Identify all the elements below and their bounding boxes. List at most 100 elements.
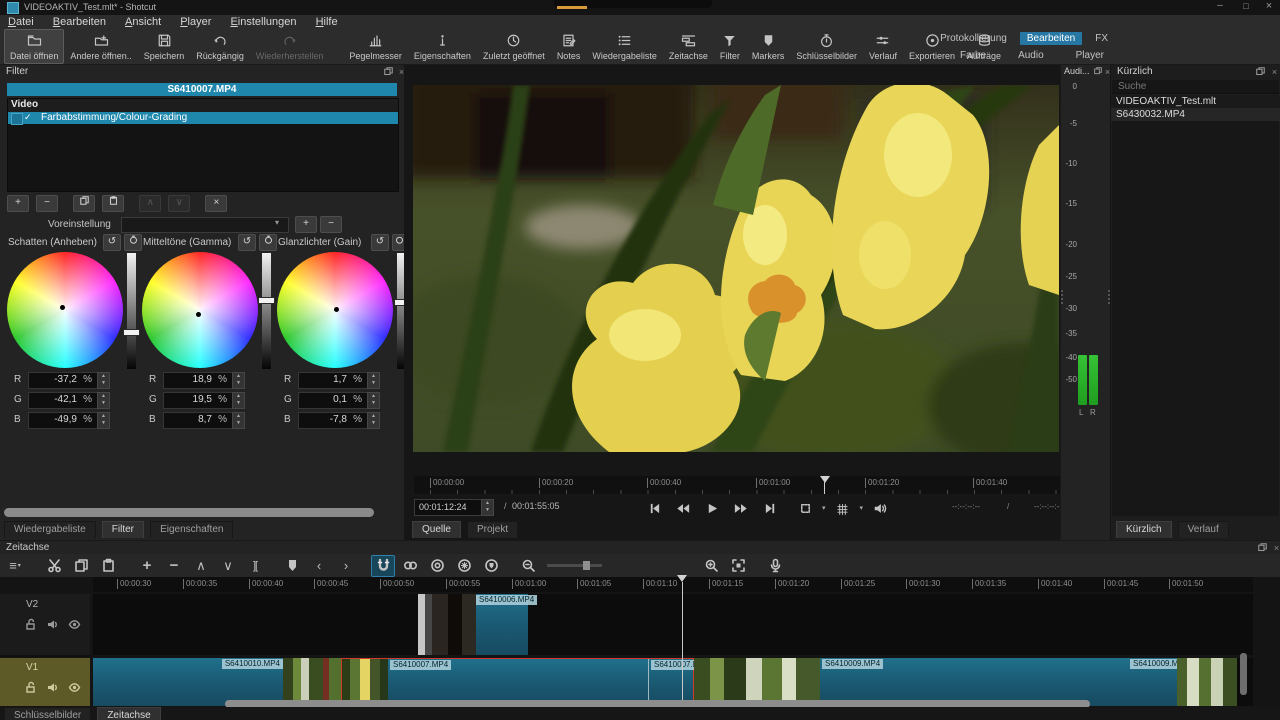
copy-filter-button[interactable]	[73, 195, 95, 212]
layout-logging[interactable]: Protokollierung	[933, 32, 1014, 45]
save-button[interactable]: Speichern	[138, 29, 191, 64]
rewind-button[interactable]	[671, 497, 695, 519]
zoom-mode-arrow-icon[interactable]: ▾	[822, 504, 826, 512]
close-panel-icon[interactable]: ×	[1271, 543, 1280, 553]
undo-button[interactable]: Rückgängig	[190, 29, 250, 64]
preset-combobox[interactable]	[121, 217, 289, 233]
overwrite-button[interactable]: ∨	[216, 555, 240, 577]
grid-arrow-icon[interactable]: ▾	[860, 504, 864, 512]
current-time-field[interactable]: 00:01:12:24 ▲▼	[414, 499, 494, 516]
paste-button[interactable]	[96, 555, 120, 577]
current-time-spinner[interactable]: ▲▼	[481, 499, 494, 516]
menu-player[interactable]: Player	[172, 15, 219, 29]
skip-to-start-button[interactable]	[642, 497, 666, 519]
clip-s6410006[interactable]: S6410006.MP4	[418, 594, 528, 655]
tab-eigenschaften[interactable]: Eigenschaften	[150, 521, 233, 538]
append-button[interactable]: +	[135, 555, 159, 577]
tab-wiedergabeliste[interactable]: Wiedergabeliste	[4, 521, 96, 538]
play-button[interactable]	[700, 497, 724, 519]
wheel-shadows-reset-button[interactable]: ↺	[103, 234, 121, 251]
clip-s6410007-selected[interactable]: S6410007.MP4 S6410007.MP4	[341, 658, 694, 706]
clip-s6410010[interactable]: S6410010.MP4	[93, 658, 283, 706]
ripple-delete-button[interactable]: −	[162, 555, 186, 577]
add-filter-button[interactable]: +	[7, 195, 29, 212]
save-preset-button[interactable]: +	[295, 216, 317, 233]
player-playhead[interactable]	[820, 476, 830, 483]
timeline-button[interactable]: Zeitachse	[663, 29, 714, 64]
mute-icon[interactable]	[46, 681, 59, 697]
lock-icon[interactable]	[24, 618, 37, 634]
split-button[interactable]: ][	[243, 555, 267, 577]
track-lane-v2[interactable]: S6410006.MP4	[93, 594, 1253, 655]
menu-bearbeiten[interactable]: Bearbeiten	[45, 15, 114, 29]
next-marker-button[interactable]: ›	[334, 555, 358, 577]
shadows-slider-handle[interactable]	[123, 329, 140, 336]
highlights-g-spinner[interactable]: ▲▼	[367, 392, 380, 409]
track-header-v2[interactable]: V2	[0, 594, 90, 657]
midtones-b-field[interactable]: 8,7%	[163, 412, 233, 429]
skip-to-end-button[interactable]	[758, 497, 782, 519]
peak-meter-button[interactable]: Pegelmesser	[343, 29, 408, 64]
timeline-menu-button[interactable]: ≡▾	[3, 555, 27, 577]
shadows-r-spinner[interactable]: ▲▼	[97, 372, 110, 389]
midtones-g-field[interactable]: 19,5%	[163, 392, 233, 409]
recent-button[interactable]: Zuletzt geöffnet	[477, 29, 551, 64]
shadows-g-spinner[interactable]: ▲▼	[97, 392, 110, 409]
scrub-while-dragging-button[interactable]	[398, 555, 422, 577]
paste-filter-button[interactable]	[102, 195, 124, 212]
zoom-mode-button[interactable]	[793, 497, 817, 519]
redo-button[interactable]: Wiederherstellen	[250, 29, 330, 64]
grid-button[interactable]	[831, 497, 855, 519]
float-panel-icon[interactable]	[1255, 67, 1266, 77]
move-filter-down-button[interactable]: ∨	[168, 195, 190, 212]
clip-s6410009[interactable]: S6410009.MP4 S6410009.MP4	[820, 658, 1177, 706]
close-button[interactable]: ×	[1261, 0, 1277, 12]
tab-projekt[interactable]: Projekt	[467, 521, 518, 538]
player-ruler[interactable]: 00:00:00 00:00:20 00:00:40 00:01:00 00:0…	[414, 476, 1120, 494]
zoom-timeline-out-button[interactable]	[516, 555, 540, 577]
tab-schluesselbilder[interactable]: Schlüsselbilder	[4, 707, 91, 720]
minimize-button[interactable]: –	[1210, 0, 1230, 11]
recent-item[interactable]: S6430032.MP4	[1111, 108, 1280, 122]
layout-audio[interactable]: Audio	[1011, 49, 1051, 62]
fast-forward-button[interactable]	[729, 497, 753, 519]
track-lane-v1[interactable]: S6410010.MP4 S6410007.MP4 S6410007.MP4 S…	[93, 658, 1253, 706]
volume-button[interactable]	[868, 497, 892, 519]
playlist-button[interactable]: Wiedergabeliste	[586, 29, 663, 64]
midtones-color-wheel[interactable]	[142, 252, 258, 368]
remove-filter-button[interactable]: −	[36, 195, 58, 212]
timeline-ruler[interactable]: 00:00:30 00:00:35 00:00:40 00:00:45 00:0…	[93, 577, 1253, 592]
wheel-highlights-reset-button[interactable]: ↺	[371, 234, 389, 251]
shadows-b-spinner[interactable]: ▲▼	[97, 412, 110, 429]
open-other-button[interactable]: Andere öffnen..	[64, 29, 137, 64]
layout-fx[interactable]: FX	[1088, 32, 1115, 45]
midtones-g-spinner[interactable]: ▲▼	[232, 392, 245, 409]
snap-button[interactable]	[371, 555, 395, 577]
zoom-timeline-in-button[interactable]	[699, 555, 723, 577]
marker-button[interactable]	[280, 555, 304, 577]
open-file-button[interactable]: Datei öffnen	[4, 29, 64, 64]
track-header-v1[interactable]: V1	[0, 658, 90, 706]
menu-einstellungen[interactable]: Einstellungen	[222, 15, 304, 29]
filter-checkbox[interactable]	[11, 113, 23, 125]
markers-button[interactable]: Markers	[746, 29, 791, 64]
maximize-button[interactable]: □	[1236, 1, 1256, 11]
menu-datei[interactable]: Datei	[0, 15, 42, 29]
midtones-r-field[interactable]: 18,9%	[163, 372, 233, 389]
layout-player[interactable]: Player	[1069, 49, 1111, 62]
lock-icon[interactable]	[24, 681, 37, 697]
wheel-midtones-reset-button[interactable]: ↺	[238, 234, 256, 251]
highlights-g-field[interactable]: 0,1%	[298, 392, 368, 409]
layout-color[interactable]: Farbe	[953, 49, 993, 62]
close-panel-icon[interactable]: ×	[1269, 67, 1280, 77]
highlights-b-spinner[interactable]: ▲▼	[367, 412, 380, 429]
panel-splitter-handle[interactable]	[1061, 290, 1063, 304]
midtones-level-slider[interactable]	[261, 252, 272, 370]
mute-icon[interactable]	[46, 618, 59, 634]
filter-button[interactable]: Filter	[714, 29, 746, 64]
shadows-color-wheel[interactable]	[7, 252, 123, 368]
wheel-shadows-keyframe-button[interactable]	[124, 234, 142, 251]
midtones-b-spinner[interactable]: ▲▼	[232, 412, 245, 429]
cut-button[interactable]	[42, 555, 66, 577]
highlights-b-field[interactable]: -7,8%	[298, 412, 368, 429]
